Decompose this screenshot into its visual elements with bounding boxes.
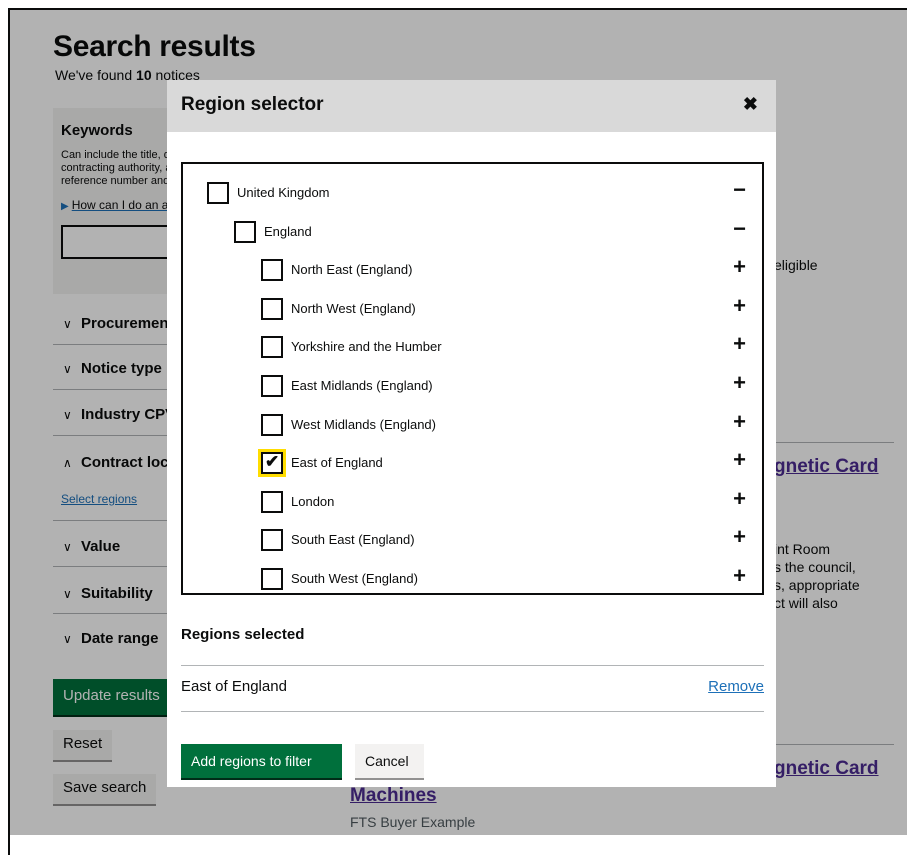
- region-tree-row: North West (England) +: [183, 294, 762, 336]
- remove-region-link[interactable]: Remove: [708, 678, 764, 695]
- screen-frame: Search results We've found 10 notices Ke…: [8, 8, 907, 855]
- region-label: Yorkshire and the Humber: [291, 339, 442, 355]
- region-checkbox[interactable]: ✔: [258, 449, 286, 478]
- region-label: West Midlands (England): [291, 416, 436, 432]
- region-tree: United Kingdom − England − North East (Engla…: [181, 162, 764, 595]
- region-label: South East (England): [291, 532, 415, 548]
- regions-selected-title: Regions selected: [181, 626, 305, 643]
- modal-title: Region selector: [181, 94, 324, 115]
- expand-icon[interactable]: +: [733, 565, 746, 587]
- region-label: South West (England): [291, 571, 418, 586]
- region-label: North East (England): [291, 262, 413, 278]
- page-bottom-strip: [10, 835, 907, 855]
- region-tree-row: Yorkshire and the Humber +: [183, 333, 762, 374]
- region-tree-row: United Kingdom −: [183, 179, 762, 220]
- region-tree-row: North East (England) +: [183, 256, 762, 297]
- region-checkbox[interactable]: [261, 375, 283, 397]
- checkmark-icon: ✔: [265, 452, 280, 472]
- region-tree-row: ✔ East of England +: [183, 449, 762, 490]
- add-regions-button[interactable]: Add regions to filter: [181, 744, 342, 778]
- region-checkbox[interactable]: [261, 490, 283, 513]
- region-tree-row: East Midlands (England) +: [183, 372, 762, 413]
- region-checkbox[interactable]: [261, 529, 283, 552]
- region-checkbox[interactable]: [261, 297, 283, 320]
- region-label: North West (England): [291, 300, 416, 316]
- region-checkbox[interactable]: [261, 568, 283, 590]
- region-checkbox[interactable]: [261, 413, 283, 436]
- region-label: England: [264, 223, 312, 239]
- region-checkbox[interactable]: [261, 336, 283, 359]
- collapse-icon[interactable]: −: [733, 217, 746, 240]
- divider: [181, 665, 764, 666]
- region-checkbox[interactable]: [261, 259, 283, 282]
- collapse-icon[interactable]: −: [733, 179, 746, 201]
- expand-icon[interactable]: +: [733, 256, 746, 278]
- expand-icon[interactable]: +: [733, 333, 746, 355]
- expand-icon[interactable]: +: [733, 487, 746, 510]
- modal-header: Region selector ✖: [167, 80, 776, 132]
- region-tree-row: West Midlands (England) +: [183, 410, 762, 452]
- region-label: East of England: [291, 455, 383, 471]
- region-label: United Kingdom: [237, 185, 330, 200]
- region-label: East Midlands (England): [291, 378, 433, 393]
- region-tree-row: South West (England) +: [183, 565, 762, 593]
- region-tree-row: South East (England) +: [183, 526, 762, 567]
- expand-icon[interactable]: +: [733, 526, 746, 548]
- expand-icon[interactable]: +: [733, 449, 746, 471]
- divider: [181, 711, 764, 712]
- region-selector-modal: Region selector ✖ United Kingdom − England…: [167, 80, 776, 787]
- close-icon[interactable]: ✖: [743, 94, 758, 115]
- region-tree-row: England −: [183, 217, 762, 259]
- selected-region-label: East of England: [181, 678, 287, 695]
- cancel-button[interactable]: Cancel: [355, 744, 424, 778]
- expand-icon[interactable]: +: [733, 294, 746, 317]
- region-label: London: [291, 493, 335, 509]
- region-tree-row: London +: [183, 487, 762, 529]
- expand-icon[interactable]: +: [733, 372, 746, 394]
- expand-icon[interactable]: +: [733, 410, 746, 433]
- region-checkbox[interactable]: [207, 182, 229, 204]
- region-checkbox[interactable]: [234, 220, 256, 243]
